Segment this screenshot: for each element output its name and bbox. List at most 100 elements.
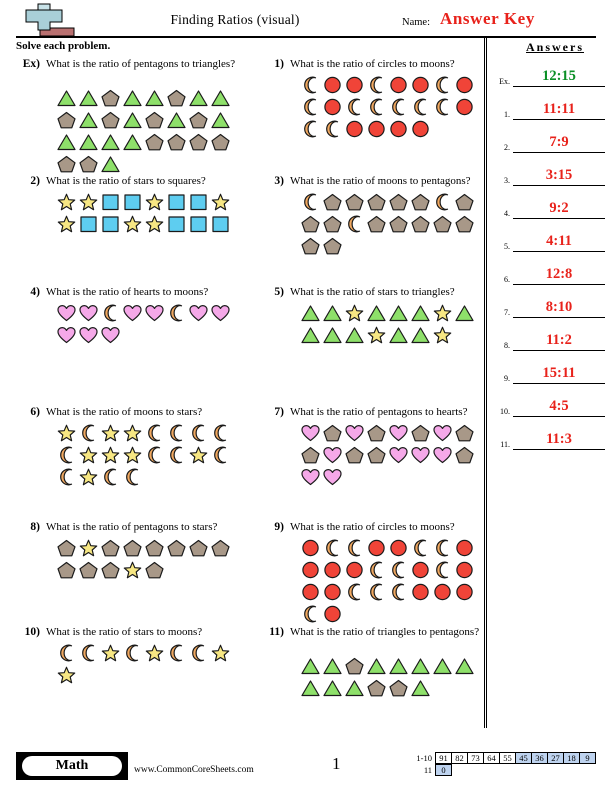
shape-group	[300, 303, 476, 347]
problem-number: 10)	[24, 626, 40, 638]
moon-icon	[210, 423, 232, 443]
moon-icon	[56, 445, 78, 465]
heart-icon	[322, 445, 344, 465]
moon-icon	[122, 467, 144, 487]
shape-row	[300, 604, 476, 626]
circle-icon	[322, 582, 344, 602]
triangle-icon	[122, 110, 144, 130]
answer-key-stamp: Answer Key	[440, 9, 535, 28]
answer-underline	[513, 251, 605, 252]
shape-row	[300, 445, 476, 467]
answer-number: 11.	[500, 440, 510, 449]
triangle-icon	[78, 110, 100, 130]
circle-icon	[322, 75, 344, 95]
triangle-icon	[410, 656, 432, 676]
circle-icon	[410, 582, 432, 602]
heart-icon	[388, 445, 410, 465]
pentagon-icon	[210, 132, 232, 152]
moon-icon	[122, 643, 144, 663]
shape-row	[56, 560, 232, 582]
pentagon-icon	[188, 110, 210, 130]
pentagon-icon	[432, 214, 454, 234]
moon-icon	[432, 538, 454, 558]
pentagon-icon	[300, 214, 322, 234]
circle-icon	[410, 75, 432, 95]
answer-value: 11:3	[546, 431, 572, 447]
shape-group	[56, 192, 232, 236]
shape-row	[56, 214, 232, 236]
heart-icon	[144, 303, 166, 323]
shape-row	[300, 656, 476, 678]
problem-question: What is the ratio of hearts to moons?	[46, 286, 209, 298]
shape-row	[300, 582, 476, 604]
triangle-icon	[78, 132, 100, 152]
pentagon-icon	[166, 132, 188, 152]
heart-icon	[432, 445, 454, 465]
pentagon-icon	[322, 192, 344, 212]
answer-number: 6.	[504, 275, 510, 284]
shape-group	[300, 192, 476, 258]
moon-icon	[410, 97, 432, 117]
triangle-icon	[300, 303, 322, 323]
star-icon	[122, 560, 144, 580]
answer-underline	[513, 449, 605, 450]
star-icon	[210, 643, 232, 663]
pentagon-icon	[410, 192, 432, 212]
moon-icon	[210, 445, 232, 465]
answer-number: 8.	[504, 341, 510, 350]
pentagon-icon	[210, 538, 232, 558]
triangle-icon	[454, 656, 476, 676]
square-icon	[122, 192, 144, 212]
instructions: Solve each problem.	[16, 40, 111, 52]
circle-icon	[454, 582, 476, 602]
problem-number: 6)	[30, 406, 40, 418]
heart-icon	[100, 325, 122, 345]
moon-icon	[344, 214, 366, 234]
score-cell: 36	[531, 752, 548, 764]
pentagon-icon	[454, 214, 476, 234]
circle-icon	[344, 75, 366, 95]
pentagon-icon	[166, 538, 188, 558]
star-icon	[100, 423, 122, 443]
pentagon-icon	[144, 538, 166, 558]
moon-icon	[300, 192, 322, 212]
answer-row: 11. 11:3	[492, 418, 612, 451]
score-row-label: 11	[423, 765, 432, 775]
star-icon	[56, 423, 78, 443]
circle-icon	[366, 119, 388, 139]
moon-icon	[388, 560, 410, 580]
shape-group	[56, 88, 232, 176]
heart-icon	[56, 303, 78, 323]
problem-number: Ex)	[22, 58, 40, 70]
heart-icon	[78, 325, 100, 345]
answer-underline	[513, 383, 605, 384]
score-cell: 91	[435, 752, 452, 764]
shape-row	[300, 75, 476, 97]
problem-question: What is the ratio of circles to moons?	[290, 58, 455, 70]
problem-number: 7)	[274, 406, 284, 418]
page-title: Finding Ratios (visual)	[170, 12, 300, 27]
moon-icon	[344, 582, 366, 602]
score-grid: 1-10 91 82 73 64 55 45 36 27 18 9 11 0	[410, 752, 596, 776]
shape-group	[56, 538, 232, 582]
pentagon-icon	[344, 192, 366, 212]
shape-group	[300, 538, 476, 626]
triangle-icon	[454, 303, 476, 323]
shape-row	[300, 325, 476, 347]
answer-row: 4. 9:2	[492, 187, 612, 220]
answer-number: 10.	[500, 407, 510, 416]
answer-value: 12:15	[542, 68, 576, 84]
score-cell: 55	[499, 752, 516, 764]
score-cell: 82	[451, 752, 468, 764]
problem-question: What is the ratio of circles to moons?	[290, 521, 455, 533]
star-icon	[366, 325, 388, 345]
pentagon-icon	[100, 110, 122, 130]
problem-number: 9)	[274, 521, 284, 533]
triangle-icon	[322, 303, 344, 323]
triangle-icon	[56, 132, 78, 152]
star-icon	[210, 192, 232, 212]
moon-icon	[78, 423, 100, 443]
problem-number: 3)	[274, 175, 284, 187]
shape-row	[300, 303, 476, 325]
pentagon-icon	[78, 560, 100, 580]
